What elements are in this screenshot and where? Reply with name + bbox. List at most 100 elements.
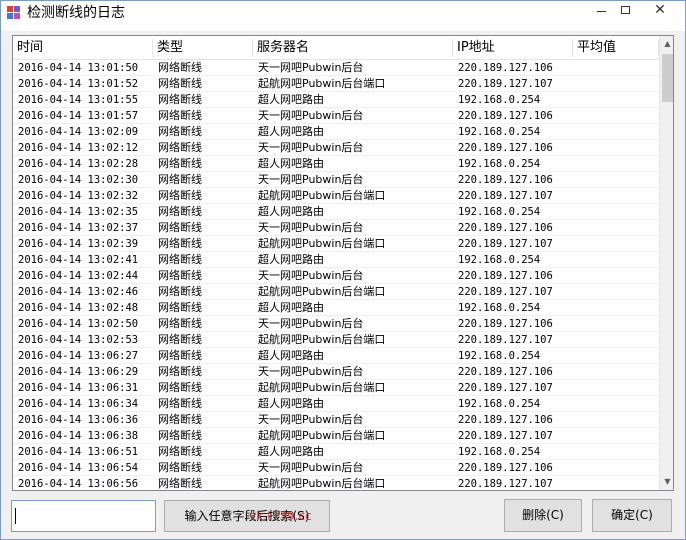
cell-average bbox=[573, 60, 659, 76]
cell-ip-address: 220.189.127.106 bbox=[458, 62, 553, 74]
scroll-up-arrow-icon[interactable]: ▲ bbox=[660, 36, 673, 52]
cell-server-name: 超人网吧路由 bbox=[258, 157, 324, 170]
table-row[interactable]: 2016-04-14 13:06:29 网络断线 天一网吧Pubwin后台 220.1… bbox=[13, 364, 659, 380]
table-row[interactable]: 2016-04-14 13:02:50 网络断线 天一网吧Pubwin后台 220.1… bbox=[13, 316, 659, 332]
cell-type: 网络断线 bbox=[158, 381, 202, 394]
cell-type: 网络断线 bbox=[158, 445, 202, 458]
minimize-button[interactable] bbox=[589, 1, 613, 21]
cell-time: 2016-04-14 13:02:39 bbox=[18, 238, 139, 250]
maximize-icon bbox=[620, 5, 630, 14]
cell-time: 2016-04-14 13:02:32 bbox=[18, 190, 139, 202]
table-row[interactable]: 2016-04-14 13:06:27 网络断线 超人网吧路由 192.168.0.2… bbox=[13, 348, 659, 364]
column-header-type[interactable]: 类型 bbox=[153, 36, 253, 60]
cell-time: 2016-04-14 13:01:52 bbox=[18, 78, 139, 90]
cell-time: 2016-04-14 13:01:57 bbox=[18, 110, 139, 122]
vertical-scrollbar[interactable]: ▲ ▼ bbox=[659, 36, 673, 490]
cell-ip-address: 220.189.127.106 bbox=[458, 270, 553, 282]
table-row[interactable]: 2016-04-14 13:06:34 网络断线 超人网吧路由 192.168.0.2… bbox=[13, 396, 659, 412]
cell-server-name: 天一网吧Pubwin后台 bbox=[258, 461, 364, 474]
cell-ip-address: 220.189.127.106 bbox=[458, 222, 553, 234]
cell-server-name: 天一网吧Pubwin后台 bbox=[258, 61, 364, 74]
cell-type: 网络断线 bbox=[158, 205, 202, 218]
cell-average bbox=[573, 396, 659, 412]
scrollbar-thumb[interactable] bbox=[662, 54, 673, 102]
cell-type: 网络断线 bbox=[158, 333, 202, 346]
search-button[interactable]: 输入任意字段后搜索(S) bbox=[164, 500, 330, 532]
cell-time: 2016-04-14 13:06:29 bbox=[18, 366, 139, 378]
cell-average bbox=[573, 284, 659, 300]
cell-average bbox=[573, 108, 659, 124]
cell-server-name: 超人网吧路由 bbox=[258, 253, 324, 266]
cell-type: 网络断线 bbox=[158, 125, 202, 138]
delete-button[interactable]: 删除(C) bbox=[504, 499, 582, 532]
cell-server-name: 超人网吧路由 bbox=[258, 349, 324, 362]
cell-type: 网络断线 bbox=[158, 173, 202, 186]
column-header-server-name[interactable]: 服务器名 bbox=[253, 36, 453, 60]
column-header-time[interactable]: 时间 bbox=[13, 36, 153, 60]
cell-ip-address: 192.168.0.254 bbox=[458, 350, 541, 362]
cell-time: 2016-04-14 13:06:56 bbox=[18, 478, 139, 490]
table-row[interactable]: 2016-04-14 13:06:56 网络断线 起航网吧Pubwin后台端口 220… bbox=[13, 476, 659, 490]
cell-time: 2016-04-14 13:06:51 bbox=[18, 446, 139, 458]
cell-average bbox=[573, 188, 659, 204]
cell-server-name: 起航网吧Pubwin后台端口 bbox=[258, 189, 386, 202]
table-row[interactable]: 2016-04-14 13:02:41 网络断线 超人网吧路由 192.168.0.2… bbox=[13, 252, 659, 268]
cell-ip-address: 192.168.0.254 bbox=[458, 398, 541, 410]
cell-type: 网络断线 bbox=[158, 477, 202, 490]
cell-ip-address: 220.189.127.107 bbox=[458, 286, 553, 298]
table-row[interactable]: 2016-04-14 13:02:12 网络断线 天一网吧Pubwin后台 220.1… bbox=[13, 140, 659, 156]
ok-button[interactable]: 确定(C) bbox=[592, 499, 672, 532]
scroll-down-arrow-icon[interactable]: ▼ bbox=[660, 474, 673, 490]
table-row[interactable]: 2016-04-14 13:01:50 网络断线 天一网吧Pubwin后台 220.1… bbox=[13, 60, 659, 76]
table-row[interactable]: 2016-04-14 13:02:28 网络断线 超人网吧路由 192.168.0.2… bbox=[13, 156, 659, 172]
table-row[interactable]: 2016-04-14 13:01:55 网络断线 超人网吧路由 192.168.0.2… bbox=[13, 92, 659, 108]
table-row[interactable]: 2016-04-14 13:02:32 网络断线 起航网吧Pubwin后台端口 220… bbox=[13, 188, 659, 204]
table-row[interactable]: 2016-04-14 13:02:30 网络断线 天一网吧Pubwin后台 220.1… bbox=[13, 172, 659, 188]
cell-ip-address: 192.168.0.254 bbox=[458, 126, 541, 138]
log-window: 检测断线的日志 ✕ 时间 类型 服务器名 IP地址 平均值 2016-04-14… bbox=[0, 0, 686, 540]
cell-average bbox=[573, 124, 659, 140]
table-row[interactable]: 2016-04-14 13:01:52 网络断线 起航网吧Pubwin后台端口 220… bbox=[13, 76, 659, 92]
cell-average bbox=[573, 172, 659, 188]
table-row[interactable]: 2016-04-14 13:06:31 网络断线 起航网吧Pubwin后台端口 220… bbox=[13, 380, 659, 396]
cell-type: 网络断线 bbox=[158, 253, 202, 266]
log-table[interactable]: 时间 类型 服务器名 IP地址 平均值 2016-04-14 13:01:50 网… bbox=[12, 35, 674, 491]
cell-time: 2016-04-14 13:02:44 bbox=[18, 270, 139, 282]
cell-ip-address: 220.189.127.106 bbox=[458, 366, 553, 378]
table-row[interactable]: 2016-04-14 13:01:57 网络断线 天一网吧Pubwin后台 220.1… bbox=[13, 108, 659, 124]
column-header-average[interactable]: 平均值 bbox=[573, 36, 659, 60]
cell-time: 2016-04-14 13:02:53 bbox=[18, 334, 139, 346]
search-input[interactable] bbox=[11, 500, 156, 532]
cell-server-name: 超人网吧路由 bbox=[258, 397, 324, 410]
cell-ip-address: 220.189.127.106 bbox=[458, 462, 553, 474]
cell-average bbox=[573, 236, 659, 252]
cell-time: 2016-04-14 13:02:37 bbox=[18, 222, 139, 234]
table-row[interactable]: 2016-04-14 13:02:44 网络断线 天一网吧Pubwin后台 220.1… bbox=[13, 268, 659, 284]
cell-type: 网络断线 bbox=[158, 317, 202, 330]
table-row[interactable]: 2016-04-14 13:02:09 网络断线 超人网吧路由 192.168.0.2… bbox=[13, 124, 659, 140]
cell-ip-address: 192.168.0.254 bbox=[458, 254, 541, 266]
table-row[interactable]: 2016-04-14 13:06:38 网络断线 起航网吧Pubwin后台端口 220… bbox=[13, 428, 659, 444]
cell-average bbox=[573, 92, 659, 108]
cell-average bbox=[573, 332, 659, 348]
table-row[interactable]: 2016-04-14 13:06:36 网络断线 天一网吧Pubwin后台 220.1… bbox=[13, 412, 659, 428]
table-row[interactable]: 2016-04-14 13:02:48 网络断线 超人网吧路由 192.168.0.2… bbox=[13, 300, 659, 316]
column-header-ip-address[interactable]: IP地址 bbox=[453, 36, 573, 60]
table-row[interactable]: 2016-04-14 13:02:39 网络断线 起航网吧Pubwin后台端口 220… bbox=[13, 236, 659, 252]
table-row[interactable]: 2016-04-14 13:02:46 网络断线 起航网吧Pubwin后台端口 220… bbox=[13, 284, 659, 300]
close-button[interactable]: ✕ bbox=[637, 1, 683, 21]
table-row[interactable]: 2016-04-14 13:02:37 网络断线 天一网吧Pubwin后台 220.1… bbox=[13, 220, 659, 236]
cell-ip-address: 192.168.0.254 bbox=[458, 446, 541, 458]
cell-average bbox=[573, 412, 659, 428]
cell-ip-address: 220.189.127.107 bbox=[458, 430, 553, 442]
cell-ip-address: 220.189.127.106 bbox=[458, 174, 553, 186]
table-row[interactable]: 2016-04-14 13:02:53 网络断线 起航网吧Pubwin后台端口 220… bbox=[13, 332, 659, 348]
table-row[interactable]: 2016-04-14 13:02:35 网络断线 超人网吧路由 192.168.0.2… bbox=[13, 204, 659, 220]
cell-average bbox=[573, 460, 659, 476]
table-row[interactable]: 2016-04-14 13:06:51 网络断线 超人网吧路由 192.168.0.2… bbox=[13, 444, 659, 460]
cell-average bbox=[573, 380, 659, 396]
cell-type: 网络断线 bbox=[158, 397, 202, 410]
maximize-button[interactable] bbox=[613, 1, 637, 21]
cell-average bbox=[573, 156, 659, 172]
table-row[interactable]: 2016-04-14 13:06:54 网络断线 天一网吧Pubwin后台 220.1… bbox=[13, 460, 659, 476]
